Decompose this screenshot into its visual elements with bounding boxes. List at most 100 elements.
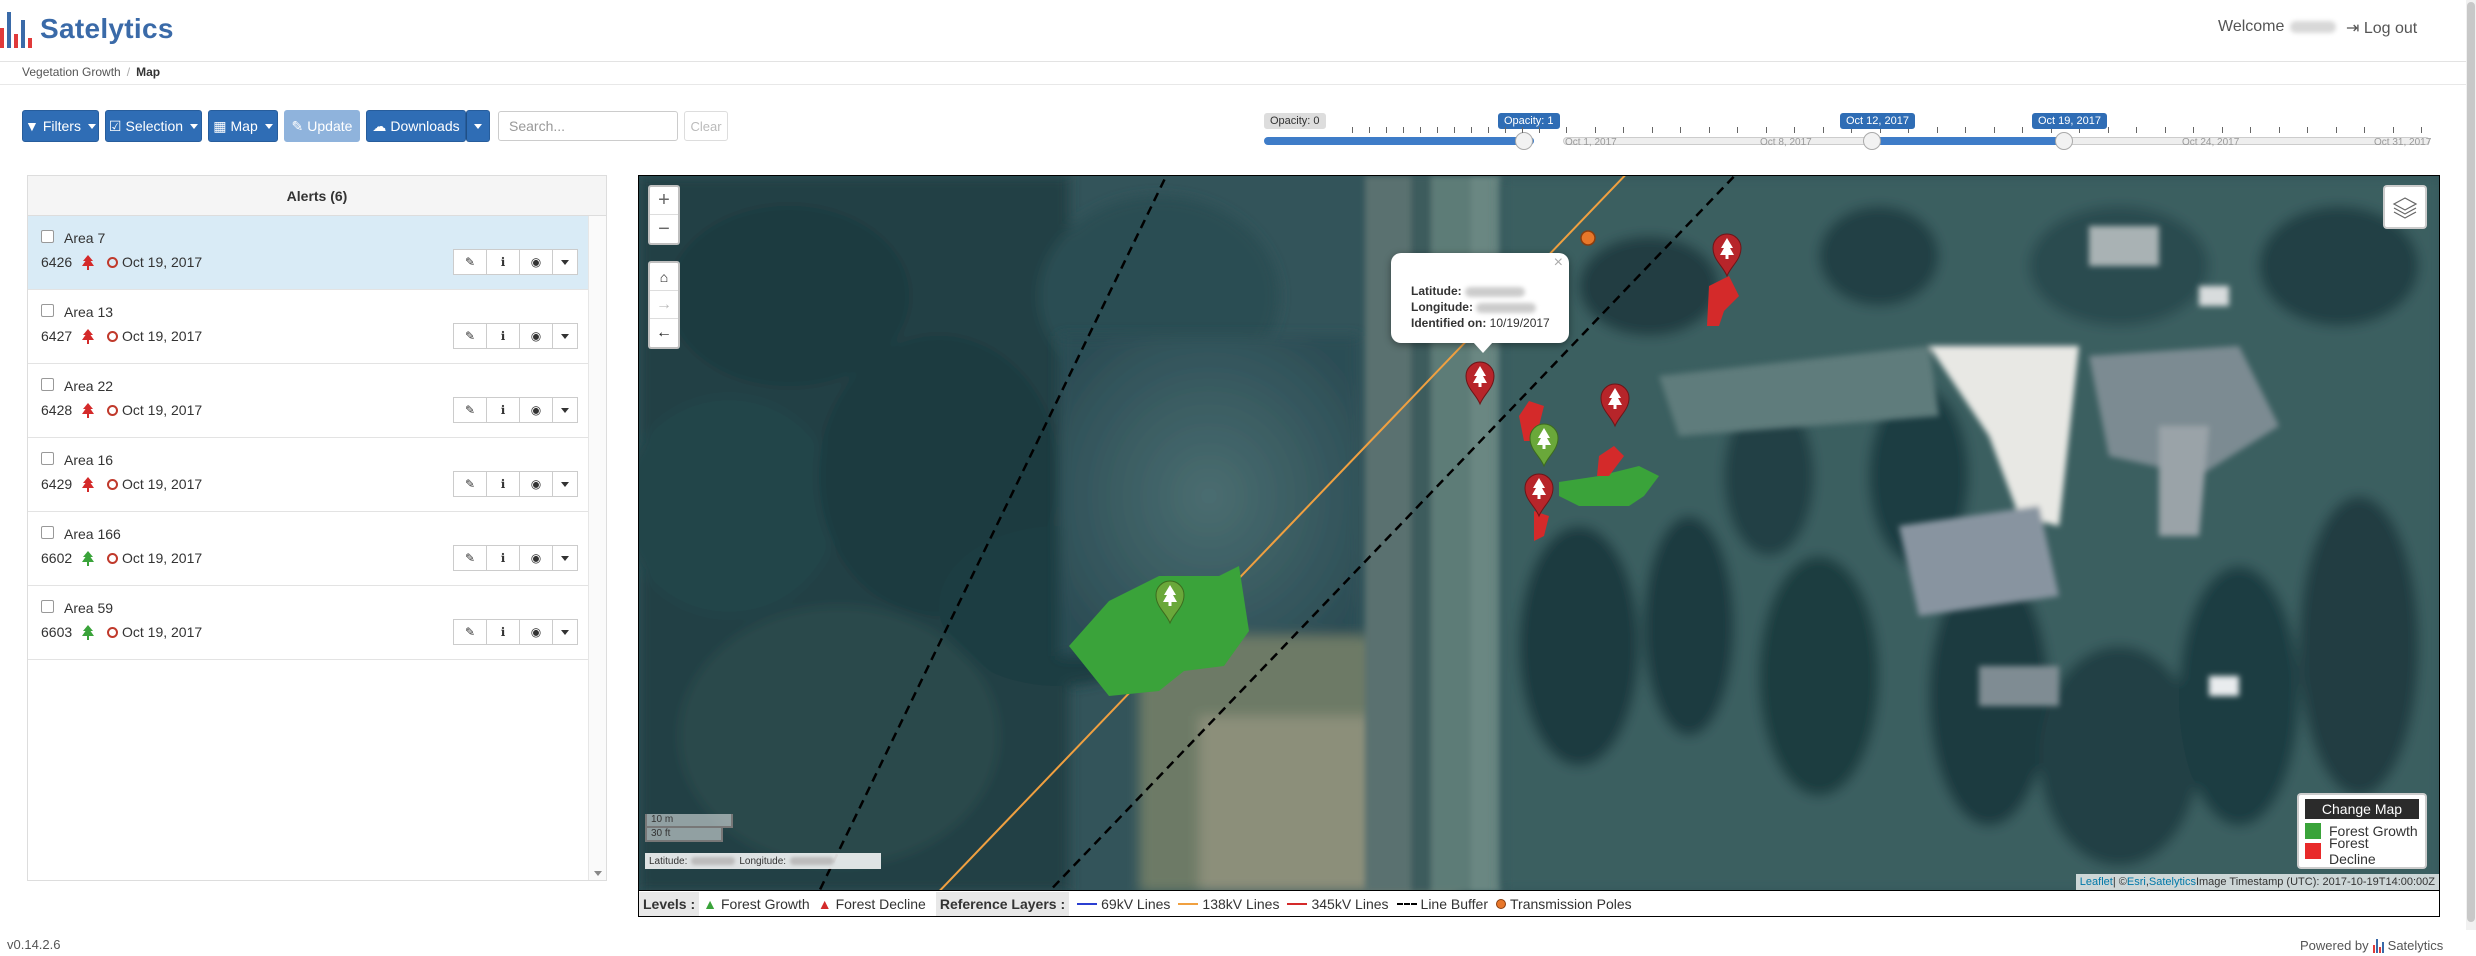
- map-button[interactable]: ▦ Map: [208, 110, 278, 142]
- chevron-down-icon[interactable]: [552, 397, 578, 423]
- info-icon[interactable]: ℹ: [486, 397, 520, 423]
- chevron-down-icon[interactable]: [552, 323, 578, 349]
- alerts-scrollbar[interactable]: [588, 216, 606, 880]
- app-name: Satelytics: [40, 13, 174, 44]
- downloads-dropdown-toggle[interactable]: [466, 110, 490, 142]
- chevron-down-icon[interactable]: [552, 545, 578, 571]
- date-tick-mark: [2421, 127, 2422, 133]
- pencil-icon[interactable]: ✎: [453, 323, 487, 349]
- scroll-down-icon[interactable]: [594, 871, 602, 876]
- opacity-tick-mark: [1454, 127, 1455, 133]
- back-arrow-icon[interactable]: ←: [650, 319, 678, 347]
- alerts-list: Area 7 6426 Oct 19, 2017 ✎ ℹ ◉ Area 13 6427 Oct …: [28, 216, 588, 660]
- date-tick-mark: [2221, 127, 2223, 133]
- update-button[interactable]: ✎ Update: [284, 110, 360, 142]
- tree-icon: ▲: [817, 895, 832, 912]
- date-tick-mark: [1936, 127, 1938, 133]
- date-tick-mark: [2022, 127, 2023, 133]
- opacity-tick-mark: [1522, 127, 1523, 133]
- pencil-icon[interactable]: ✎: [453, 249, 487, 275]
- zoom-control: + −: [648, 185, 680, 245]
- alert-checkbox[interactable]: [41, 452, 54, 465]
- alert-date: Oct 19, 2017: [122, 476, 203, 492]
- alert-row[interactable]: Area 22 6428 Oct 19, 2017 ✎ ℹ ◉: [28, 364, 588, 438]
- alert-row[interactable]: Area 166 6602 Oct 19, 2017 ✎ ℹ ◉: [28, 512, 588, 586]
- alert-row[interactable]: Area 59 6603 Oct 19, 2017 ✎ ℹ ◉: [28, 586, 588, 660]
- date-tick-label: Oct 31, 2017: [2374, 137, 2432, 148]
- transmission-pole[interactable]: [1580, 230, 1596, 246]
- date-tick-mark: [2107, 127, 2109, 133]
- eye-icon[interactable]: ◉: [519, 619, 553, 645]
- opacity-slider-track[interactable]: [1264, 137, 1534, 145]
- pencil-icon[interactable]: ✎: [453, 397, 487, 423]
- alert-row[interactable]: Area 13 6427 Oct 19, 2017 ✎ ℹ ◉: [28, 290, 588, 364]
- map-icon: ▦: [213, 117, 227, 134]
- selection-button[interactable]: ☑ Selection: [105, 110, 202, 142]
- alert-checkbox[interactable]: [41, 304, 54, 317]
- downloads-button[interactable]: ☁ Downloads: [366, 110, 466, 142]
- home-icon[interactable]: ⌂: [650, 263, 678, 291]
- date-tick-mark: [1680, 127, 1681, 133]
- alert-id: 6426: [41, 254, 73, 270]
- search-input[interactable]: [498, 111, 678, 141]
- eye-icon[interactable]: ◉: [519, 397, 553, 423]
- eye-icon[interactable]: ◉: [519, 323, 553, 349]
- alert-actions: ✎ ℹ ◉: [453, 323, 578, 349]
- info-icon[interactable]: ℹ: [486, 249, 520, 275]
- alert-id: 6603: [41, 624, 73, 640]
- alert-area-name: Area 13: [64, 304, 114, 320]
- close-icon[interactable]: ×: [1554, 255, 1563, 271]
- chevron-down-icon[interactable]: [552, 619, 578, 645]
- alert-checkbox[interactable]: [41, 378, 54, 391]
- chevron-down-icon[interactable]: [552, 471, 578, 497]
- date-tick-mark: [1651, 127, 1653, 133]
- layers-button[interactable]: [2383, 185, 2427, 229]
- map-view[interactable]: + − ⌂ → ← × Latitude: Longitude: Identif…: [638, 175, 2440, 891]
- filters-button[interactable]: ▼ Filters: [22, 110, 99, 142]
- opacity-tick-mark: [1386, 127, 1387, 133]
- pencil-icon[interactable]: ✎: [453, 619, 487, 645]
- alert-area-name: Area 16: [64, 452, 114, 468]
- alert-area-name: Area 59: [64, 600, 114, 616]
- pencil-icon[interactable]: ✎: [453, 471, 487, 497]
- satelytics-logo[interactable]: Satelytics: [0, 10, 174, 48]
- eye-icon[interactable]: ◉: [519, 249, 553, 275]
- zoom-out-button[interactable]: −: [650, 215, 678, 243]
- logo-bars-icon: [2372, 938, 2384, 953]
- info-icon[interactable]: ℹ: [486, 323, 520, 349]
- info-icon[interactable]: ℹ: [486, 619, 520, 645]
- alert-checkbox[interactable]: [41, 230, 54, 243]
- opacity-slider-handle[interactable]: [1515, 132, 1533, 150]
- alert-checkbox[interactable]: [41, 600, 54, 613]
- eye-icon[interactable]: ◉: [519, 471, 553, 497]
- date-tick-mark: [2307, 127, 2308, 133]
- layers-icon: [2392, 197, 2418, 219]
- zoom-in-button[interactable]: +: [650, 187, 678, 215]
- alert-checkbox[interactable]: [41, 526, 54, 539]
- alert-row[interactable]: Area 16 6429 Oct 19, 2017 ✎ ℹ ◉: [28, 438, 588, 512]
- date-tick-mark: [2250, 127, 2251, 133]
- opacity-tick-mark: [1488, 127, 1489, 133]
- eye-icon[interactable]: ◉: [519, 545, 553, 571]
- date-tick-mark: [1965, 127, 1966, 133]
- date-to-handle[interactable]: [2055, 132, 2073, 150]
- alert-row[interactable]: Area 7 6426 Oct 19, 2017 ✎ ℹ ◉: [28, 216, 588, 290]
- alert-id: 6428: [41, 402, 73, 418]
- alert-date: Oct 19, 2017: [122, 254, 203, 270]
- clear-button[interactable]: Clear: [684, 111, 728, 141]
- chevron-down-icon[interactable]: [552, 249, 578, 275]
- cloud-download-icon: ☁: [372, 117, 387, 134]
- date-tick-mark: [2364, 127, 2365, 133]
- info-icon[interactable]: ℹ: [486, 545, 520, 571]
- tree-icon: [82, 625, 94, 640]
- info-icon[interactable]: ℹ: [486, 471, 520, 497]
- pencil-icon[interactable]: ✎: [453, 545, 487, 571]
- breadcrumb-parent[interactable]: Vegetation Growth: [22, 65, 121, 79]
- page-scrollbar[interactable]: [2466, 0, 2476, 930]
- alert-actions: ✎ ℹ ◉: [453, 545, 578, 571]
- logout-link[interactable]: ⇥ Log out: [2346, 18, 2417, 38]
- date-from-handle[interactable]: [1863, 132, 1881, 150]
- breadcrumb: Vegetation Growth / Map: [22, 65, 161, 79]
- alert-id: 6602: [41, 550, 73, 566]
- forward-arrow-icon[interactable]: →: [650, 291, 678, 319]
